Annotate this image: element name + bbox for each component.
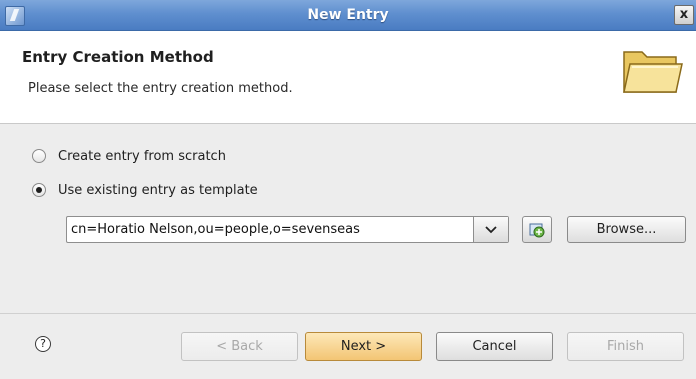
browse-button[interactable]: Browse...: [567, 216, 686, 243]
cancel-button[interactable]: Cancel: [436, 332, 553, 361]
window-title: New Entry: [307, 7, 389, 23]
close-button[interactable]: x: [674, 5, 694, 25]
option-use-template[interactable]: Use existing entry as template: [32, 180, 258, 200]
radio-use-template[interactable]: [32, 183, 46, 197]
entry-history-button[interactable]: [522, 216, 552, 243]
option-area: Create entry from scratch Use existing e…: [0, 124, 696, 314]
next-button[interactable]: Next >: [305, 332, 422, 361]
history-icon: [529, 223, 545, 237]
title-bar: New Entry x: [0, 0, 696, 31]
template-entry-combo[interactable]: cn=Horatio Nelson,ou=people,o=sevenseas: [66, 216, 509, 243]
wizard-header: Entry Creation Method Please select the …: [0, 31, 696, 124]
help-icon[interactable]: ?: [35, 336, 51, 352]
back-button[interactable]: < Back: [181, 332, 298, 361]
option-use-template-label: Use existing entry as template: [58, 182, 258, 198]
option-from-scratch-label: Create entry from scratch: [58, 148, 226, 164]
option-from-scratch[interactable]: Create entry from scratch: [32, 146, 226, 166]
page-title: Entry Creation Method: [22, 48, 214, 66]
page-description: Please select the entry creation method.: [28, 81, 293, 96]
template-entry-value[interactable]: cn=Horatio Nelson,ou=people,o=sevenseas: [71, 217, 360, 242]
radio-from-scratch[interactable]: [32, 149, 46, 163]
footer-separator: [0, 313, 696, 314]
folder-icon: [623, 51, 683, 93]
chevron-down-icon[interactable]: [473, 217, 508, 242]
finish-button[interactable]: Finish: [567, 332, 684, 361]
